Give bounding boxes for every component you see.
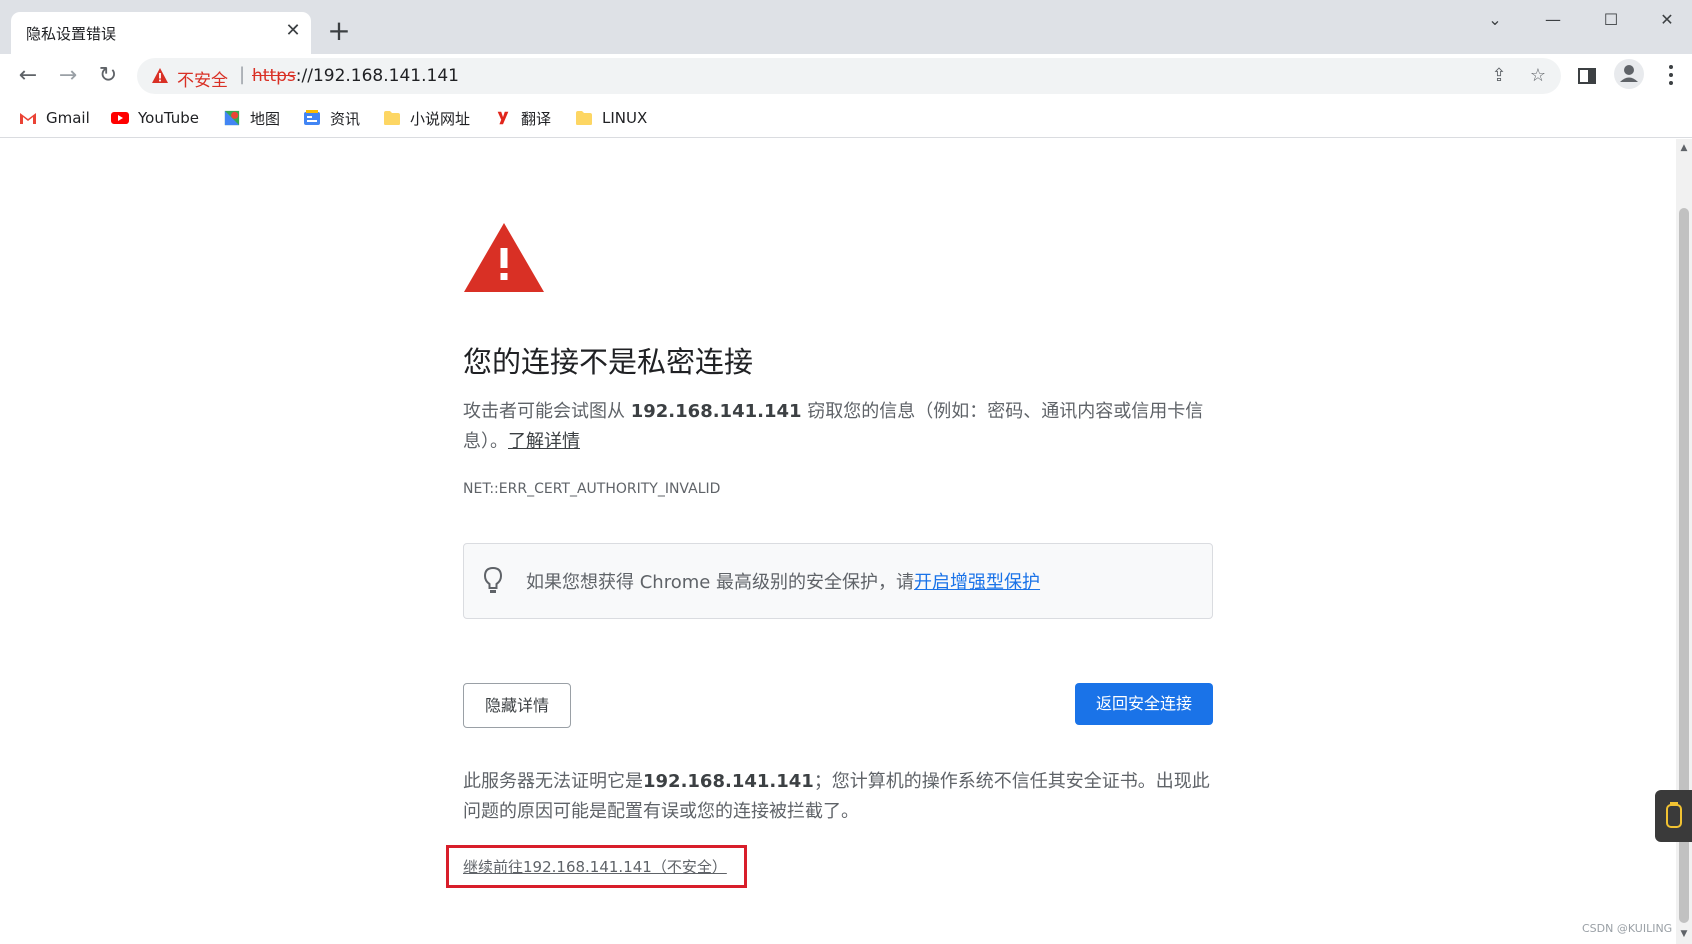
- details-host: 192.168.141.141: [643, 771, 814, 792]
- url-host: ://192.168.141.141: [295, 66, 459, 86]
- scroll-down-arrow-icon[interactable]: ▼: [1679, 929, 1689, 939]
- forward-arrow-icon[interactable]: →: [54, 62, 82, 90]
- lightbulb-icon: [483, 566, 503, 593]
- scroll-up-arrow-icon[interactable]: ▲: [1679, 143, 1689, 153]
- profile-icon: [1620, 65, 1638, 82]
- title-bar: 隐私设置错误 ✕ + ⌄ — ☐ ✕: [0, 0, 1692, 54]
- url-text[interactable]: https://192.168.141.141: [252, 66, 459, 86]
- promo-message: 如果您想获得 Chrome 最高级别的安全保护，请: [526, 572, 915, 593]
- omnibox-separator: |: [239, 64, 246, 85]
- bookmark-translate[interactable]: 翻译: [494, 106, 551, 130]
- bookmark-label: 小说网址: [410, 109, 471, 128]
- learn-more-link[interactable]: 了解详情: [508, 431, 580, 452]
- bookmark-youtube[interactable]: YouTube: [111, 106, 199, 130]
- enhanced-protection-link[interactable]: 开启增强型保护: [914, 572, 1040, 593]
- active-tab[interactable]: 隐私设置错误 ✕: [11, 12, 311, 54]
- share-icon[interactable]: ⇪: [1487, 64, 1511, 88]
- enhanced-protection-promo: 如果您想获得 Chrome 最高级别的安全保护，请开启增强型保护: [463, 543, 1213, 619]
- bookmark-label: LINUX: [602, 109, 648, 127]
- bookmark-star-icon[interactable]: ☆: [1526, 64, 1550, 88]
- interstitial-page: 您的连接不是私密连接 攻击者可能会试图从 192.168.141.141 窃取您…: [0, 139, 1676, 944]
- profile-avatar[interactable]: [1614, 59, 1644, 89]
- floating-side-widget[interactable]: [1655, 790, 1692, 842]
- tab-title: 隐私设置错误: [26, 25, 117, 43]
- bookmark-label: Gmail: [46, 109, 90, 127]
- warning-triangle-icon[interactable]: [151, 67, 169, 85]
- folder-icon: [384, 111, 400, 125]
- youtube-icon: [111, 112, 129, 124]
- cup-icon: [1666, 802, 1682, 828]
- annotation-highlight-box: [446, 845, 747, 888]
- tab-close-icon[interactable]: ✕: [283, 21, 303, 41]
- bookmarks-bar: Gmail YouTube 地图 资讯 小说网址 翻译 LINUX: [0, 98, 1692, 138]
- news-icon: [304, 110, 320, 125]
- bookmark-label: 资讯: [330, 109, 361, 128]
- details-text: 此服务器无法证明它是192.168.141.141；您计算机的操作系统不信任其安…: [463, 767, 1215, 827]
- minimize-button[interactable]: —: [1530, 6, 1576, 34]
- youdao-icon: [497, 111, 509, 125]
- url-scheme: https: [252, 66, 296, 86]
- promo-text: 如果您想获得 Chrome 最高级别的安全保护，请开启增强型保护: [526, 568, 1040, 594]
- bookmark-label: YouTube: [138, 109, 199, 127]
- error-warning-icon: [464, 223, 544, 292]
- error-code: NET::ERR_CERT_AUTHORITY_INVALID: [463, 481, 721, 497]
- side-panel-icon[interactable]: [1578, 68, 1596, 84]
- bookmark-label: 地图: [250, 109, 281, 128]
- not-secure-label[interactable]: 不安全: [177, 66, 228, 91]
- back-arrow-icon[interactable]: ←: [14, 62, 42, 90]
- bookmark-maps[interactable]: 地图: [223, 106, 280, 130]
- bookmark-label: 翻译: [521, 109, 552, 128]
- maps-icon: [224, 110, 240, 126]
- menu-kebab-icon[interactable]: [1668, 64, 1674, 86]
- error-description: 攻击者可能会试图从 192.168.141.141 窃取您的信息（例如：密码、通…: [463, 397, 1215, 457]
- new-tab-button[interactable]: +: [325, 17, 353, 46]
- watermark: CSDN @KUILING: [1582, 922, 1673, 935]
- bookmark-folder-linux[interactable]: LINUX: [575, 106, 647, 130]
- toolbar: ← → ↻ 不安全 | https://192.168.141.141 ⇪ ☆: [0, 54, 1692, 98]
- folder-icon: [576, 111, 592, 125]
- bookmark-news[interactable]: 资讯: [303, 106, 360, 130]
- desc-host: 192.168.141.141: [630, 401, 802, 422]
- reload-icon[interactable]: ↻: [94, 62, 122, 90]
- desc-prefix: 攻击者可能会试图从: [463, 401, 631, 422]
- details-prefix: 此服务器无法证明它是: [463, 771, 643, 792]
- address-bar[interactable]: 不安全 | https://192.168.141.141 ⇪ ☆: [137, 58, 1561, 94]
- tab-search-icon[interactable]: ⌄: [1472, 6, 1518, 34]
- close-window-button[interactable]: ✕: [1644, 6, 1690, 34]
- bookmark-folder-novels[interactable]: 小说网址: [383, 106, 470, 130]
- gmail-icon: [20, 113, 36, 124]
- hide-details-button[interactable]: 隐藏详情: [463, 683, 571, 728]
- bookmark-gmail[interactable]: Gmail: [19, 106, 90, 130]
- maximize-button[interactable]: ☐: [1588, 6, 1634, 34]
- page-title: 您的连接不是私密连接: [463, 345, 754, 379]
- back-to-safety-button[interactable]: 返回安全连接: [1075, 683, 1213, 725]
